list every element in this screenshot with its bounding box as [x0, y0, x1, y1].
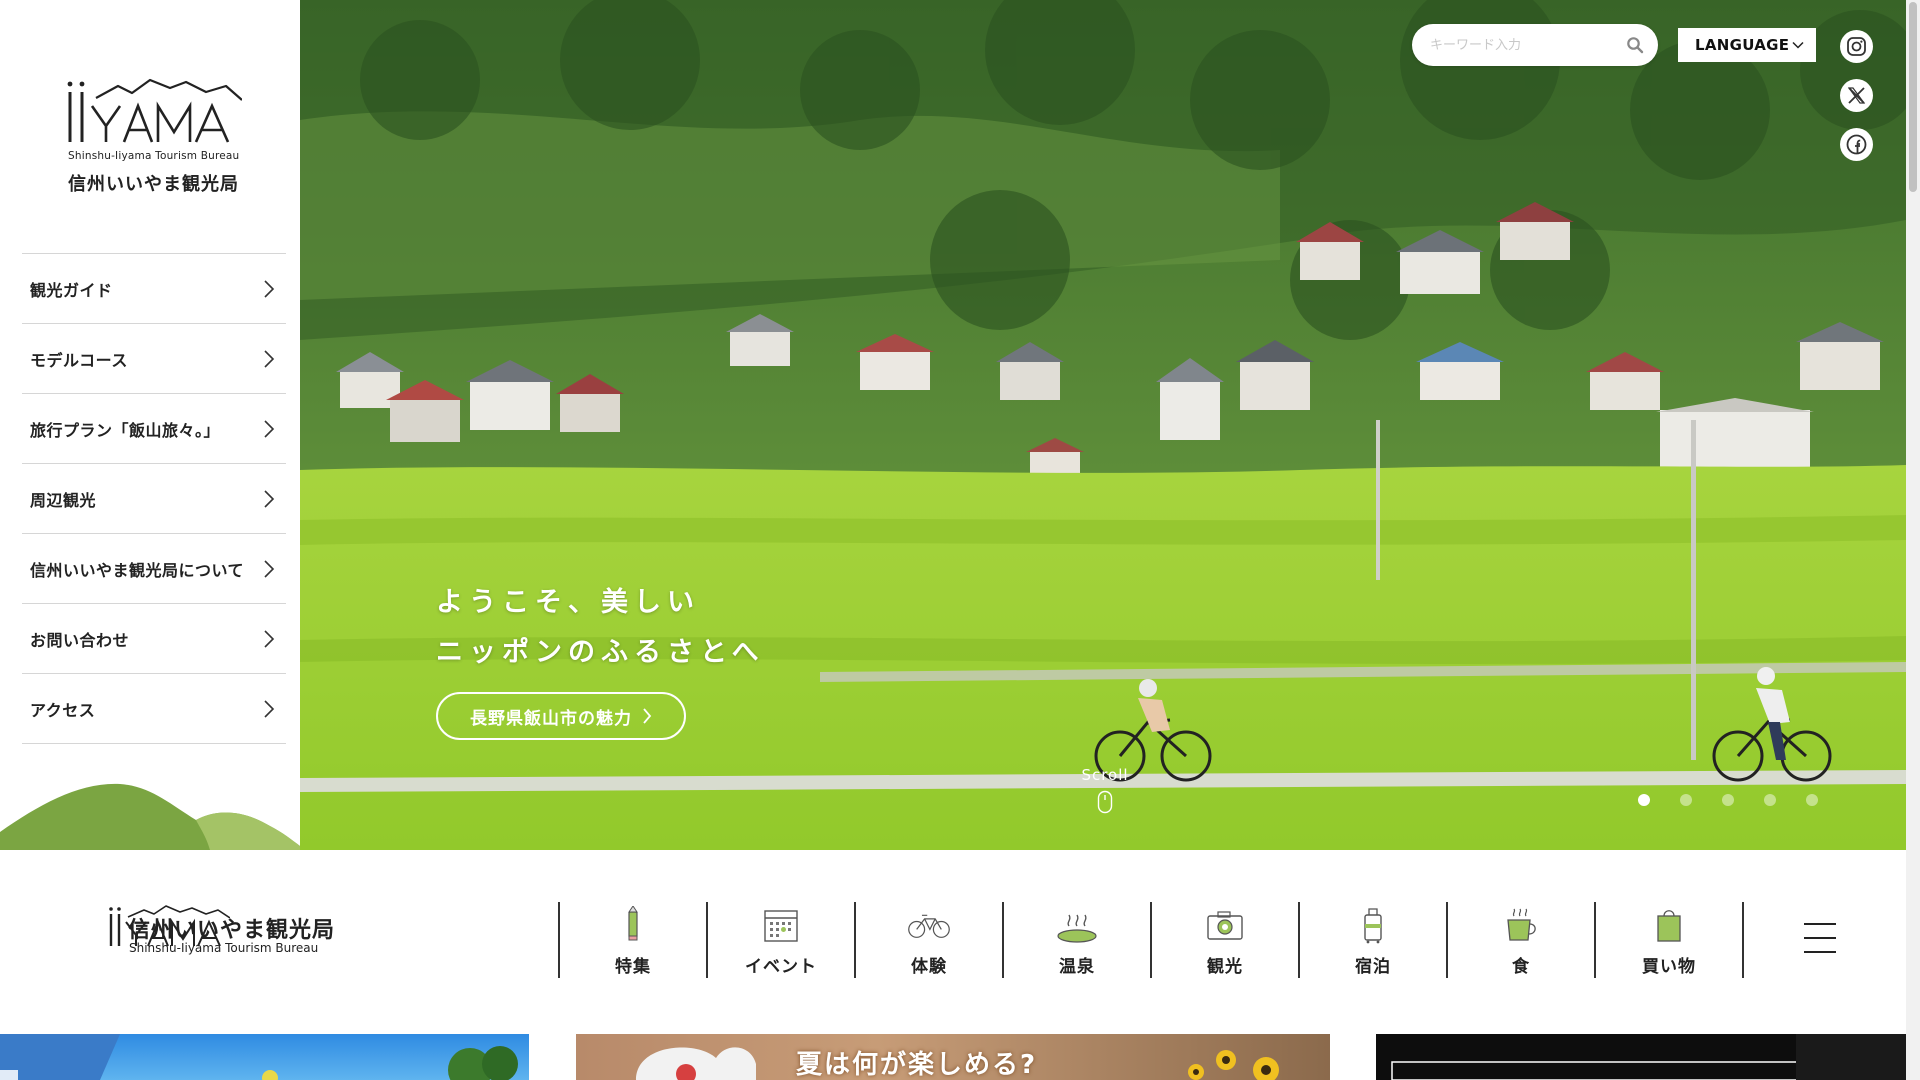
feature-card-1[interactable]: [0, 1034, 529, 1080]
sidebar: Shinshu-Iiyama Tourism Bureau 信州いいやま観光局 …: [0, 0, 300, 850]
sidebar-item-label: お問い合わせ: [30, 630, 130, 650]
sidebar-item-label: モデルコース: [30, 350, 128, 370]
chevron-down-icon: [1792, 41, 1804, 49]
camera-icon: [1207, 911, 1243, 940]
hamburger-line: [1804, 923, 1836, 925]
page-scrollbar[interactable]: [1906, 0, 1920, 1080]
card-3-image: [1391, 1034, 1906, 1080]
category-label: イベント: [745, 957, 817, 977]
hamburger-line: [1804, 951, 1836, 953]
sidebar-item-access[interactable]: アクセス: [22, 674, 286, 744]
feature-card-2[interactable]: 夏は何が楽しめる?: [576, 1034, 1330, 1080]
scroll-indicator[interactable]: Scroll: [1070, 766, 1140, 814]
calendar-icon: [764, 910, 798, 942]
sidebar-item-about[interactable]: 信州いいやま観光局について: [22, 534, 286, 604]
search-input[interactable]: [1430, 37, 1626, 53]
sidebar-item-label: 信州いいやま観光局について: [30, 560, 245, 580]
social-links: [1840, 30, 1873, 161]
feature-cards: 夏は何が楽しめる?: [0, 1034, 1906, 1080]
search-icon[interactable]: [1626, 36, 1644, 54]
sidebar-item-nearby[interactable]: 周辺観光: [22, 464, 286, 534]
scroll-label: Scroll: [1081, 766, 1129, 784]
category-food[interactable]: 食: [1448, 902, 1596, 978]
logo-subtitle-en: Shinshu-Iiyama Tourism Bureau: [68, 150, 240, 162]
card-1-image: [0, 1034, 518, 1080]
slide-dot-3[interactable]: [1722, 794, 1734, 806]
category-label: 宿泊: [1355, 957, 1391, 977]
chevron-right-icon: [264, 699, 275, 718]
x-icon: [1847, 87, 1866, 104]
card-2-headline: 夏は何が楽しめる?: [796, 1050, 1038, 1080]
category-label: 温泉: [1059, 957, 1095, 977]
hero-button-label: 長野県飯山市の魅力: [470, 708, 632, 729]
suitcase-icon: [1364, 908, 1382, 944]
category-sightseeing[interactable]: 観光: [1152, 902, 1300, 978]
chevron-right-icon: [264, 489, 275, 508]
hamburger-line: [1804, 937, 1836, 939]
category-label: 体験: [911, 957, 947, 977]
slide-dot-1[interactable]: [1638, 794, 1650, 806]
sidebar-item-label: アクセス: [30, 700, 96, 720]
chevron-right-icon: [264, 629, 275, 648]
hero-heading-line-1: ようこそ、美しい: [436, 587, 700, 618]
iiyama-logo-mark: [67, 78, 242, 143]
category-label: 観光: [1207, 957, 1243, 977]
chevron-right-icon: [643, 708, 652, 724]
cup-icon: [1507, 908, 1536, 941]
language-selector[interactable]: LANGUAGE: [1678, 28, 1816, 62]
category-feature[interactable]: 特集: [560, 902, 708, 978]
facebook-icon: [1846, 134, 1867, 155]
language-label: LANGUAGE: [1695, 36, 1790, 54]
category-stay[interactable]: 宿泊: [1300, 902, 1448, 978]
hills-decoration: [0, 783, 300, 850]
category-experience[interactable]: 体験: [856, 902, 1004, 978]
mouse-icon: [1097, 790, 1113, 814]
category-label: 買い物: [1642, 957, 1696, 977]
category-band: 信州いいやま観光局 Shinshu-Iiyama Tourism Bureau …: [0, 850, 1906, 1030]
bicycle-icon: [908, 914, 950, 938]
chevron-right-icon: [264, 349, 275, 368]
instagram-button[interactable]: [1840, 30, 1873, 63]
category-shopping[interactable]: 買い物: [1596, 902, 1744, 978]
site-logo[interactable]: Shinshu-Iiyama Tourism Bureau 信州いいやま観光局: [66, 76, 242, 206]
hamburger-menu-button[interactable]: [1804, 923, 1836, 953]
hero-slideshow: ようこそ、美しい ニッポンのふるさとへ 長野県飯山市の魅力 Scroll: [300, 0, 1906, 850]
slide-dot-4[interactable]: [1764, 794, 1776, 806]
band-logo-en: Shinshu-Iiyama Tourism Bureau: [129, 941, 319, 955]
sidebar-item-contact[interactable]: お問い合わせ: [22, 604, 286, 674]
logo-subtitle-jp: 信州いいやま観光局: [68, 174, 239, 195]
shopping-bag-icon: [1657, 910, 1681, 942]
search-box: [1412, 24, 1658, 66]
category-event[interactable]: イベント: [708, 902, 856, 978]
hot-spring-icon: [1057, 914, 1097, 943]
slide-pagination: [1638, 794, 1818, 806]
band-logo-jp: 信州いいやま観光局: [128, 918, 336, 943]
sidebar-item-label: 周辺観光: [30, 490, 97, 510]
x-button[interactable]: [1840, 79, 1873, 112]
category-onsen[interactable]: 温泉: [1004, 902, 1152, 978]
chevron-right-icon: [264, 419, 275, 438]
facebook-button[interactable]: [1840, 128, 1873, 161]
sidebar-item-label: 旅行プラン「飯山旅々。」: [30, 420, 221, 440]
chevron-right-icon: [264, 559, 275, 578]
sidebar-menu: 観光ガイド モデルコース 旅行プラン「飯山旅々。」 周辺観光 信州いいやま観光局…: [22, 253, 286, 744]
instagram-icon: [1847, 37, 1866, 56]
feature-card-3[interactable]: [1376, 1034, 1906, 1080]
slide-dot-2[interactable]: [1680, 794, 1692, 806]
chevron-right-icon: [264, 279, 275, 298]
category-label: 特集: [615, 957, 651, 977]
sidebar-item-model-course[interactable]: モデルコース: [22, 324, 286, 394]
pencil-icon: [628, 906, 638, 941]
slide-dot-5[interactable]: [1806, 794, 1818, 806]
sidebar-item-travel-plan[interactable]: 旅行プラン「飯山旅々。」: [22, 394, 286, 464]
sidebar-item-label: 観光ガイド: [30, 280, 113, 300]
scrollbar-thumb[interactable]: [1909, 2, 1917, 192]
category-label: 食: [1512, 957, 1530, 977]
category-nav: 特集 イベント 体験 温泉 観光 宿泊 食 買い物: [558, 902, 1744, 978]
hero-heading-line-2: ニッポンのふるさとへ: [436, 637, 765, 668]
iiyama-charm-button[interactable]: 長野県飯山市の魅力: [436, 692, 686, 740]
sidebar-item-guide[interactable]: 観光ガイド: [22, 254, 286, 324]
hero-copy: ようこそ、美しい ニッポンのふるさとへ: [436, 578, 765, 678]
